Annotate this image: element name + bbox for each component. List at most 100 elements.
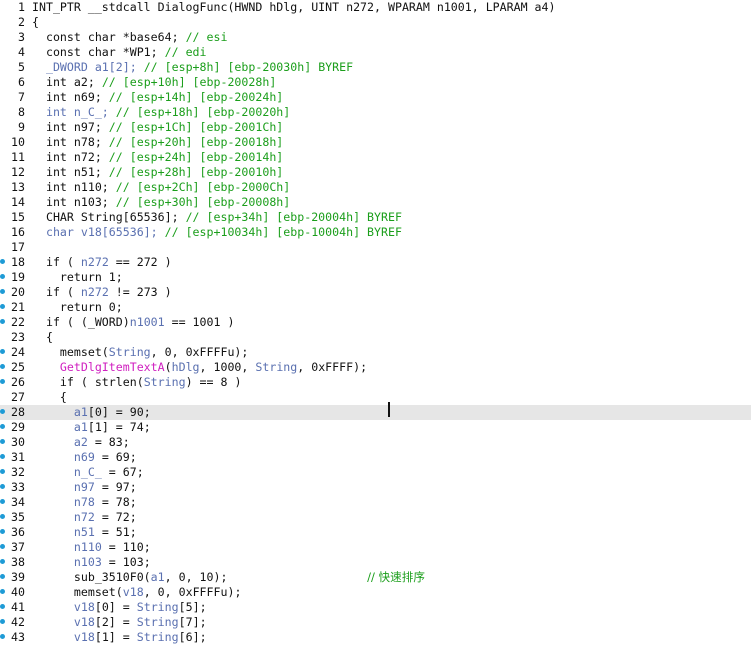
line-gutter[interactable]: 30: [0, 435, 30, 450]
breakpoint-dot-icon[interactable]: [0, 499, 5, 504]
code-line[interactable]: 36 n51 = 51;: [0, 525, 751, 540]
code-line[interactable]: 18 if ( n272 == 272 ): [0, 255, 751, 270]
code-line[interactable]: 2{: [0, 15, 751, 30]
breakpoint-dot-icon[interactable]: [0, 619, 5, 624]
code-line[interactable]: 9 int n97; // [esp+1Ch] [ebp-2001Ch]: [0, 120, 751, 135]
breakpoint-dot-icon[interactable]: [0, 409, 5, 414]
line-gutter[interactable]: 29: [0, 420, 30, 435]
breakpoint-dot-icon[interactable]: [0, 349, 5, 354]
line-gutter[interactable]: 23: [0, 330, 30, 345]
breakpoint-dot-icon[interactable]: [0, 424, 5, 429]
code-line[interactable]: 7 int n69; // [esp+14h] [ebp-20024h]: [0, 90, 751, 105]
breakpoint-dot-icon[interactable]: [0, 514, 5, 519]
code-line[interactable]: 12 int n51; // [esp+28h] [ebp-20010h]: [0, 165, 751, 180]
line-gutter[interactable]: 6: [0, 75, 30, 90]
code-line[interactable]: 8 int n_C_; // [esp+18h] [ebp-20020h]: [0, 105, 751, 120]
line-gutter[interactable]: 37: [0, 540, 30, 555]
code-line-current[interactable]: 28 a1[0] = 90;: [0, 405, 751, 420]
code-line[interactable]: 27 {: [0, 390, 751, 405]
code-line[interactable]: 24 memset(String, 0, 0xFFFFu);: [0, 345, 751, 360]
breakpoint-dot-icon[interactable]: [0, 289, 5, 294]
code-line[interactable]: 10 int n78; // [esp+20h] [ebp-20018h]: [0, 135, 751, 150]
code-line[interactable]: 13 int n110; // [esp+2Ch] [ebp-2000Ch]: [0, 180, 751, 195]
line-gutter[interactable]: 41: [0, 600, 30, 615]
line-gutter[interactable]: 42: [0, 615, 30, 630]
line-gutter[interactable]: 24: [0, 345, 30, 360]
line-gutter[interactable]: 4: [0, 45, 30, 60]
code-line[interactable]: 25 GetDlgItemTextA(hDlg, 1000, String, 0…: [0, 360, 751, 375]
line-gutter[interactable]: 12: [0, 165, 30, 180]
line-gutter[interactable]: 17: [0, 240, 30, 255]
code-line[interactable]: 30 a2 = 83;: [0, 435, 751, 450]
code-line[interactable]: 15 CHAR String[65536]; // [esp+34h] [ebp…: [0, 210, 751, 225]
line-gutter[interactable]: 7: [0, 90, 30, 105]
line-gutter[interactable]: 13: [0, 180, 30, 195]
code-line[interactable]: 16 char v18[65536]; // [esp+10034h] [ebp…: [0, 225, 751, 240]
breakpoint-dot-icon[interactable]: [0, 454, 5, 459]
code-line[interactable]: 38 n103 = 103;: [0, 555, 751, 570]
breakpoint-dot-icon[interactable]: [0, 439, 5, 444]
line-gutter[interactable]: 2: [0, 15, 30, 30]
code-line[interactable]: 22 if ( (_WORD)n1001 == 1001 ): [0, 315, 751, 330]
line-gutter[interactable]: 21: [0, 300, 30, 315]
code-line[interactable]: 40 memset(v18, 0, 0xFFFFu);: [0, 585, 751, 600]
line-gutter[interactable]: 38: [0, 555, 30, 570]
code-line[interactable]: 42 v18[2] = String[7];: [0, 615, 751, 630]
breakpoint-dot-icon[interactable]: [0, 634, 5, 639]
breakpoint-dot-icon[interactable]: [0, 604, 5, 609]
breakpoint-dot-icon[interactable]: [0, 259, 5, 264]
code-line[interactable]: 35 n72 = 72;: [0, 510, 751, 525]
code-line[interactable]: 17: [0, 240, 751, 255]
code-line[interactable]: 29 a1[1] = 74;: [0, 420, 751, 435]
line-gutter[interactable]: 33: [0, 480, 30, 495]
code-line[interactable]: 26 if ( strlen(String) == 8 ): [0, 375, 751, 390]
line-gutter[interactable]: 15: [0, 210, 30, 225]
line-gutter[interactable]: 40: [0, 585, 30, 600]
line-gutter[interactable]: 10: [0, 135, 30, 150]
line-gutter[interactable]: 26: [0, 375, 30, 390]
line-gutter[interactable]: 22: [0, 315, 30, 330]
line-gutter[interactable]: 32: [0, 465, 30, 480]
code-line[interactable]: 32 n_C_ = 67;: [0, 465, 751, 480]
code-line[interactable]: 37 n110 = 110;: [0, 540, 751, 555]
code-line[interactable]: 4 const char *WP1; // edi: [0, 45, 751, 60]
breakpoint-dot-icon[interactable]: [0, 544, 5, 549]
line-gutter[interactable]: 25: [0, 360, 30, 375]
pseudocode-editor[interactable]: 1 INT_PTR __stdcall DialogFunc(HWND hDlg,…: [0, 0, 751, 648]
line-gutter[interactable]: 34: [0, 495, 30, 510]
breakpoint-dot-icon[interactable]: [0, 589, 5, 594]
breakpoint-dot-icon[interactable]: [0, 469, 5, 474]
breakpoint-dot-icon[interactable]: [0, 484, 5, 489]
breakpoint-dot-icon[interactable]: [0, 529, 5, 534]
code-line[interactable]: 39 sub_3510F0(a1, 0, 10); // 快速排序: [0, 570, 751, 585]
line-gutter[interactable]: 36: [0, 525, 30, 540]
code-line[interactable]: 43 v18[1] = String[6];: [0, 630, 751, 645]
line-gutter[interactable]: 39: [0, 570, 30, 585]
code-line[interactable]: 34 n78 = 78;: [0, 495, 751, 510]
code-line[interactable]: 5 _DWORD a1[2]; // [esp+8h] [ebp-20030h]…: [0, 60, 751, 75]
line-gutter[interactable]: 31: [0, 450, 30, 465]
line-gutter[interactable]: 8: [0, 105, 30, 120]
breakpoint-dot-icon[interactable]: [0, 379, 5, 384]
code-line[interactable]: 21 return 0;: [0, 300, 751, 315]
line-gutter[interactable]: 43: [0, 630, 30, 645]
line-gutter[interactable]: 20: [0, 285, 30, 300]
line-gutter[interactable]: 18: [0, 255, 30, 270]
code-line[interactable]: 6 int a2; // [esp+10h] [ebp-20028h]: [0, 75, 751, 90]
line-gutter[interactable]: 1: [0, 0, 30, 15]
line-gutter[interactable]: 19: [0, 270, 30, 285]
code-line[interactable]: 23 {: [0, 330, 751, 345]
code-line[interactable]: 31 n69 = 69;: [0, 450, 751, 465]
line-gutter[interactable]: 14: [0, 195, 30, 210]
line-gutter[interactable]: 11: [0, 150, 30, 165]
breakpoint-dot-icon[interactable]: [0, 304, 5, 309]
code-line[interactable]: 41 v18[0] = String[5];: [0, 600, 751, 615]
code-line[interactable]: 3 const char *base64; // esi: [0, 30, 751, 45]
breakpoint-dot-icon[interactable]: [0, 274, 5, 279]
code-line[interactable]: 14 int n103; // [esp+30h] [ebp-20008h]: [0, 195, 751, 210]
line-gutter[interactable]: 9: [0, 120, 30, 135]
breakpoint-dot-icon[interactable]: [0, 574, 5, 579]
line-gutter[interactable]: 3: [0, 30, 30, 45]
line-gutter[interactable]: 27: [0, 390, 30, 405]
breakpoint-dot-icon[interactable]: [0, 319, 5, 324]
